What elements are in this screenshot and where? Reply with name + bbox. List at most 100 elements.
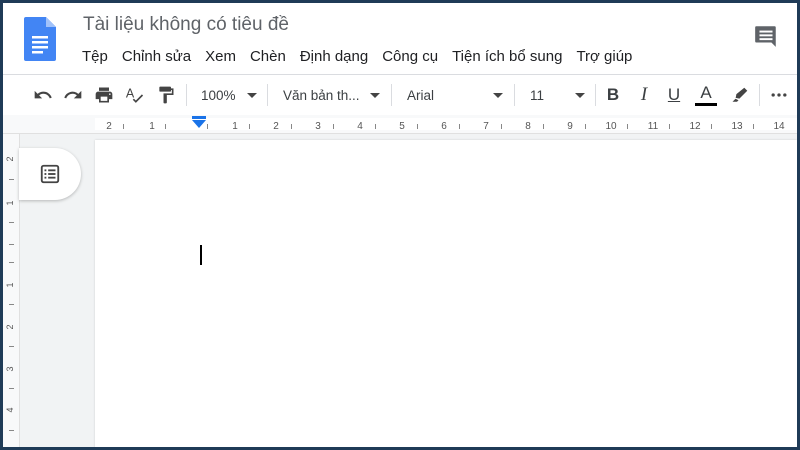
- text-color-letter: A: [700, 82, 712, 102]
- toolbar-divider: [759, 84, 760, 106]
- toolbar-divider: [186, 84, 187, 106]
- ruler-tick: [543, 124, 544, 129]
- ruler-label: 7: [483, 121, 489, 132]
- google-docs-icon[interactable]: [24, 17, 56, 61]
- ruler-tick: [207, 124, 208, 129]
- ruler-tick: [291, 124, 292, 129]
- toolbar-divider: [391, 84, 392, 106]
- ruler-label: 13: [731, 121, 743, 132]
- ruler-label: 1: [232, 121, 238, 132]
- ruler-label: 9: [567, 121, 573, 132]
- menu-view[interactable]: Xem: [198, 48, 243, 65]
- toolbar: A 100% Văn bản th... Arial 11 B I U A: [3, 74, 797, 116]
- zoom-value: 100%: [201, 87, 236, 103]
- menu-help[interactable]: Trợ giúp: [569, 48, 639, 65]
- ruler-label: 3: [315, 121, 321, 132]
- left-indent-handle[interactable]: [192, 120, 206, 128]
- toolbar-divider: [267, 84, 268, 106]
- ruler-label: 2: [106, 121, 112, 132]
- print-icon[interactable]: [92, 81, 116, 109]
- first-line-indent-handle[interactable]: [192, 116, 206, 119]
- ruler-label: 8: [525, 121, 531, 132]
- vruler-label: 1: [5, 200, 15, 206]
- ruler-label: 4: [357, 121, 363, 132]
- menu-tools[interactable]: Công cụ: [375, 48, 445, 65]
- chevron-down-icon: [247, 93, 257, 98]
- ruler-tick: [333, 124, 334, 129]
- vruler-label: 4: [5, 407, 15, 413]
- ruler-tick: [123, 124, 124, 129]
- svg-text:A: A: [126, 87, 135, 101]
- toolbar-divider: [595, 84, 596, 106]
- font-value: Arial: [407, 87, 435, 103]
- ruler-tick: [249, 124, 250, 129]
- ruler-label: 1: [149, 121, 155, 132]
- text-cursor: [200, 245, 202, 265]
- header: Tài liệu không có tiêu đề Tệp Chỉnh sửa …: [3, 3, 797, 73]
- vruler-tick: [9, 244, 14, 245]
- menu-bar: Tệp Chỉnh sửa Xem Chèn Định dạng Công cụ…: [75, 45, 639, 67]
- vruler-tick: [9, 179, 14, 180]
- ruler-label: 2: [273, 121, 279, 132]
- ruler-label: 14: [773, 121, 785, 132]
- ruler-tick: [753, 124, 754, 129]
- paint-format-icon[interactable]: [154, 81, 178, 109]
- chevron-down-icon: [575, 93, 585, 98]
- vruler-tick: [9, 304, 14, 305]
- vruler-tick: [9, 222, 14, 223]
- vruler-label: 3: [5, 366, 15, 372]
- menu-insert[interactable]: Chèn: [243, 48, 293, 65]
- menu-addons[interactable]: Tiện ích bổ sung: [445, 48, 569, 65]
- horizontal-ruler[interactable]: 2 1 1 2 3 4 5 6 7 8 9 10 11 12 13 14: [3, 115, 797, 134]
- italic-button[interactable]: I: [633, 81, 655, 109]
- menu-edit[interactable]: Chỉnh sửa: [115, 48, 198, 65]
- document-outline-icon: [40, 164, 60, 184]
- document-workspace: 2 1 1 2 3 4: [3, 134, 797, 447]
- vruler-label: 1: [5, 282, 15, 288]
- ruler-tick: [459, 124, 460, 129]
- text-color-button[interactable]: A: [693, 81, 719, 109]
- zoom-select[interactable]: 100%: [201, 81, 261, 109]
- vruler-tick: [9, 346, 14, 347]
- font-size-select[interactable]: 11: [530, 81, 590, 109]
- document-page[interactable]: [95, 140, 797, 447]
- document-title[interactable]: Tài liệu không có tiêu đề: [83, 14, 289, 36]
- ruler-tick: [375, 124, 376, 129]
- ruler-label: 12: [689, 121, 701, 132]
- paragraph-style-select[interactable]: Văn bản th...: [283, 81, 383, 109]
- toolbar-divider: [514, 84, 515, 106]
- ruler-tick: [711, 124, 712, 129]
- highlighter-icon[interactable]: [728, 81, 752, 109]
- bold-button[interactable]: B: [602, 81, 624, 109]
- menu-file[interactable]: Tệp: [75, 48, 115, 65]
- comment-icon[interactable]: [753, 23, 779, 49]
- ruler-tick: [165, 124, 166, 129]
- chevron-down-icon: [370, 93, 380, 98]
- chevron-down-icon: [493, 93, 503, 98]
- text-color-swatch: [695, 102, 717, 106]
- vertical-ruler[interactable]: 2 1 1 2 3 4: [3, 134, 20, 447]
- vruler-label: 2: [5, 156, 15, 162]
- ruler-tick: [501, 124, 502, 129]
- redo-icon[interactable]: [61, 81, 85, 109]
- font-select[interactable]: Arial: [407, 81, 507, 109]
- vruler-tick: [9, 430, 14, 431]
- ruler-tick: [669, 124, 670, 129]
- undo-icon[interactable]: [31, 81, 55, 109]
- ruler-label: 10: [605, 121, 617, 132]
- vruler-label: 2: [5, 324, 15, 330]
- more-icon[interactable]: [767, 81, 791, 109]
- spellcheck-icon[interactable]: A: [123, 81, 147, 109]
- ruler-tick: [627, 124, 628, 129]
- ruler-label: 11: [647, 121, 659, 132]
- app-window: Tài liệu không có tiêu đề Tệp Chỉnh sửa …: [0, 0, 800, 450]
- font-size-value: 11: [530, 87, 545, 103]
- ruler-tick: [417, 124, 418, 129]
- paragraph-style-value: Văn bản th...: [283, 87, 360, 103]
- menu-format[interactable]: Định dạng: [293, 48, 375, 65]
- vruler-tick: [9, 388, 14, 389]
- vruler-tick: [9, 262, 14, 263]
- document-outline-button[interactable]: [19, 148, 81, 200]
- underline-button[interactable]: U: [663, 81, 685, 109]
- ruler-label: 5: [399, 121, 405, 132]
